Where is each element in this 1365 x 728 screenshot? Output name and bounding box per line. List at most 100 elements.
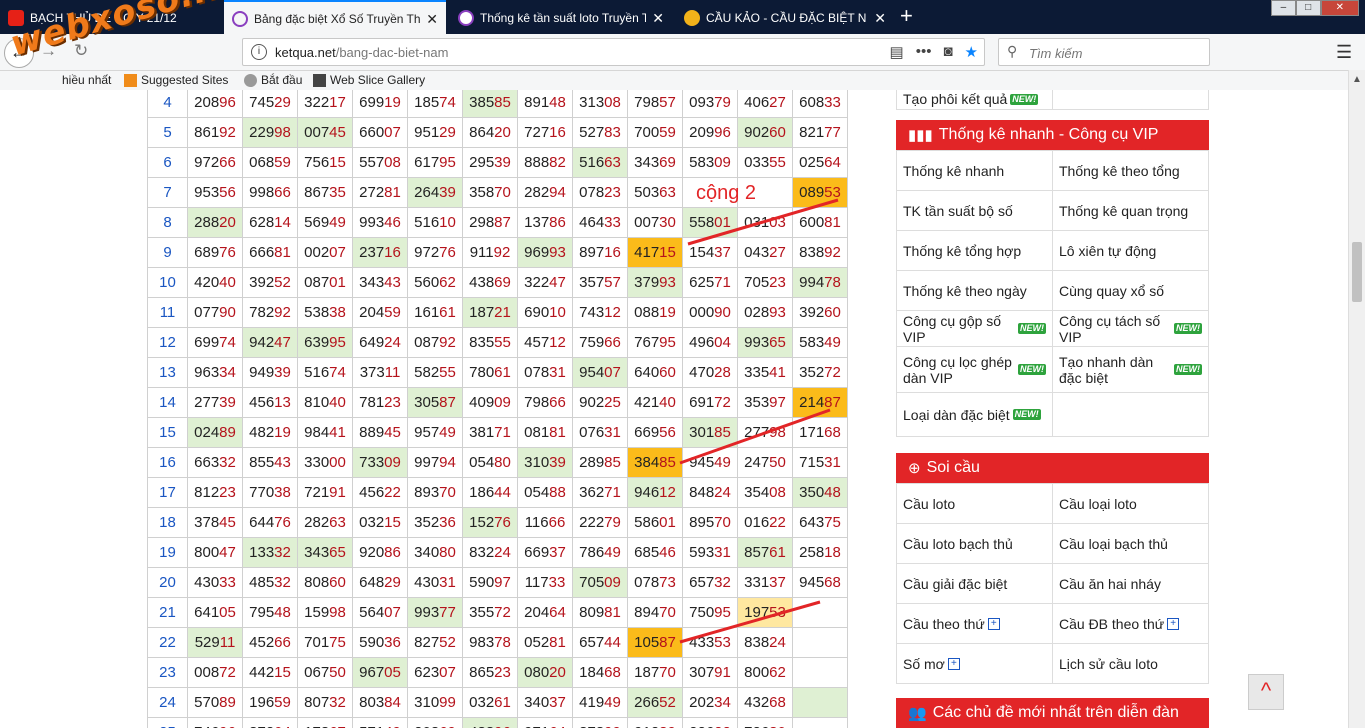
tab-thong-ke-tan-suat[interactable]: Thống kê tần suất loto Truyền T ✕ <box>450 2 672 34</box>
link-label: Thống kê theo tổng <box>1059 162 1180 179</box>
sidebar-link[interactable]: Cùng quay xổ số <box>1053 271 1209 311</box>
sidebar-link[interactable]: Lịch sử cầu loto <box>1053 644 1209 684</box>
expand-plus-icon[interactable]: + <box>1167 617 1180 630</box>
sidebar-link[interactable]: Thống kê theo ngày <box>897 271 1053 311</box>
expand-plus-icon[interactable]: + <box>947 657 960 670</box>
link-label: Lô xiên tự động <box>1059 242 1157 259</box>
bookmark-web-slice-gallery[interactable]: Web Slice Gallery <box>313 73 425 87</box>
link-label: Cầu ăn hai nháy <box>1059 575 1161 592</box>
sidebar-link[interactable]: Cầu ĐB theo thứ + <box>1053 604 1209 644</box>
forward-arrow-icon: → <box>40 41 57 60</box>
sidebar-link[interactable]: Công cụ lọc ghép dàn VIP NEW! <box>897 347 1053 393</box>
link-label: Lịch sử cầu loto <box>1059 655 1158 672</box>
back-to-top-button[interactable]: ^ <box>1248 674 1284 710</box>
sidebar-link[interactable]: Cầu giải đặc biệt <box>897 564 1053 604</box>
sidebar-link[interactable]: Cầu loto <box>897 484 1053 524</box>
sidebar-link[interactable]: Thống kê theo tổng <box>1053 151 1209 191</box>
globe-icon <box>244 73 257 87</box>
address-bar[interactable]: i ketqua.net/bang-dac-biet-nam ▤ ••• ◙ ★ <box>242 38 985 66</box>
bookmark-star-icon[interactable]: ★ <box>965 43 978 61</box>
reader-view-icon[interactable]: ▤ <box>890 43 904 61</box>
page-actions-icon[interactable]: ••• <box>916 43 932 61</box>
forward-button[interactable]: → <box>40 41 57 61</box>
back-button[interactable]: ← <box>4 38 34 68</box>
bookmark-item[interactable]: hiều nhất <box>62 73 111 87</box>
new-badge: NEW! <box>1018 364 1046 375</box>
url-text: ketqua.net/bang-dac-biet-nam <box>275 45 448 60</box>
address-bar-actions: ▤ ••• ◙ ★ <box>890 43 978 61</box>
pocket-icon[interactable]: ◙ <box>943 43 952 61</box>
sidebar-link[interactable]: Cầu loại loto <box>1053 484 1209 524</box>
tab-title: CẦU KẢO - CẦU ĐẶC BIỆT N <box>706 11 867 25</box>
web-slice-icon <box>313 73 326 87</box>
forum-header: 👥 Các chủ đề mới nhất trên diễn đàn <box>896 698 1209 728</box>
bookmark-bat-dau[interactable]: Bắt đầu <box>244 73 302 87</box>
link-label: Cầu ĐB theo thứ <box>1059 615 1165 632</box>
link-label: Cầu theo thứ <box>903 615 985 632</box>
link-label: Công cụ gộp số VIP <box>903 312 1002 345</box>
sidebar-link[interactable]: Loại dàn đặc biệt NEW! <box>897 393 1053 437</box>
users-icon: 👥 <box>908 705 927 722</box>
search-box[interactable]: ⚲ <box>998 38 1210 66</box>
sidebar-link[interactable]: Tạo nhanh dàn đặc biệt NEW! <box>1053 347 1209 393</box>
new-badge: NEW! <box>1174 364 1202 375</box>
search-plus-icon: ⊕ <box>908 460 921 477</box>
annotation-overlay: cộng 2 <box>679 182 839 644</box>
close-tab-icon[interactable]: ✕ <box>652 10 664 27</box>
site-logo-icon <box>232 11 248 27</box>
info-icon[interactable]: i <box>251 44 267 60</box>
link-label: Cầu giải đặc biệt <box>903 575 1008 592</box>
page-content: 4 20896 74529 32217 69919 18574 38585 89148 3130… <box>0 90 1348 728</box>
tab-bach-thu[interactable]: BẠCH THỦ ĐỀ NG Y 21/12 <box>0 2 218 34</box>
sidebar-link[interactable]: Tạo phôi kết quả NEW! <box>897 90 1053 110</box>
tab-bang-dac-biet[interactable]: Bảng đặc biệt Xổ Số Truyền Thố ✕ <box>224 0 446 36</box>
expand-plus-icon[interactable]: + <box>987 617 1000 630</box>
sidebar-link[interactable]: Cầu loại bạch thủ <box>1053 524 1209 564</box>
new-tab-button[interactable]: + <box>900 4 913 28</box>
reload-button[interactable]: ↻ <box>74 41 88 61</box>
link-label: Cùng quay xổ số <box>1059 282 1165 299</box>
bookmark-label: hiều nhất <box>62 73 112 87</box>
sidebar-link[interactable]: Công cụ tách số VIP NEW! <box>1053 311 1209 347</box>
scrollbar-thumb[interactable] <box>1352 242 1362 302</box>
bookmark-suggested-sites[interactable]: Suggested Sites <box>124 73 228 87</box>
link-label: Tạo phôi kết quả <box>903 91 1008 107</box>
sidebar-link[interactable]: Thống kê quan trọng <box>1053 191 1209 231</box>
minimize-button[interactable]: – <box>1271 0 1296 16</box>
bookmark-label: Suggested Sites <box>141 73 229 87</box>
sidebar-link[interactable]: Cầu ăn hai nháy <box>1053 564 1209 604</box>
close-tab-icon[interactable]: ✕ <box>426 11 438 28</box>
maximize-button[interactable]: □ <box>1295 0 1321 16</box>
link-label: TK tần suất bộ số <box>903 202 1013 219</box>
tab-cau-kao[interactable]: CẦU KẢO - CẦU ĐẶC BIỆT N ✕ <box>676 2 894 34</box>
url-path: /bang-dac-biet-nam <box>335 45 449 60</box>
sidebar-link[interactable]: Thống kê tổng hợp <box>897 231 1053 271</box>
annotation-text: cộng 2 <box>696 182 756 204</box>
sidebar-link[interactable]: TK tần suất bộ số <box>897 191 1053 231</box>
quick-stats-header: ▮▮▮ Thống kê nhanh - Công cụ VIP <box>896 120 1209 150</box>
close-window-button[interactable]: ✕ <box>1320 0 1359 16</box>
suggested-sites-icon <box>124 73 137 87</box>
new-badge: NEW! <box>1174 323 1202 334</box>
sidebar-link[interactable]: Lô xiên tự động <box>1053 231 1209 271</box>
annotation-arrow-line <box>679 408 831 465</box>
link-label: Tạo nhanh dàn đặc biệt <box>1059 353 1154 386</box>
sidebar-link[interactable]: Công cụ gộp số VIP NEW! <box>897 311 1053 347</box>
search-input[interactable] <box>1027 43 1207 63</box>
back-arrow-icon: ← <box>10 42 28 62</box>
scroll-up-icon[interactable]: ▲ <box>1352 74 1362 85</box>
sidebar-link[interactable]: Cầu theo thứ + <box>897 604 1053 644</box>
bookmarks-bar: hiều nhất Suggested Sites Bắt đầu Web Sl… <box>0 71 1365 91</box>
sidebar-link[interactable] <box>1053 90 1209 110</box>
sidebar-link[interactable]: Cầu loto bạch thủ <box>897 524 1053 564</box>
sidebar-link[interactable]: Thống kê nhanh <box>897 151 1053 191</box>
forum-panel: 👥 Các chủ đề mới nhất trên diễn đàn <box>896 698 1209 728</box>
bookmark-label: Web Slice Gallery <box>330 73 426 87</box>
link-label: Số mơ <box>903 655 945 672</box>
menu-icon[interactable]: ☰ <box>1336 42 1352 63</box>
panel-title: Các chủ đề mới nhất trên diễn đàn <box>932 704 1179 721</box>
sidebar-link[interactable]: Số mơ + <box>897 644 1053 684</box>
vertical-scrollbar[interactable]: ▲ <box>1348 70 1365 728</box>
site-logo-icon <box>458 10 474 26</box>
close-tab-icon[interactable]: ✕ <box>874 10 886 27</box>
